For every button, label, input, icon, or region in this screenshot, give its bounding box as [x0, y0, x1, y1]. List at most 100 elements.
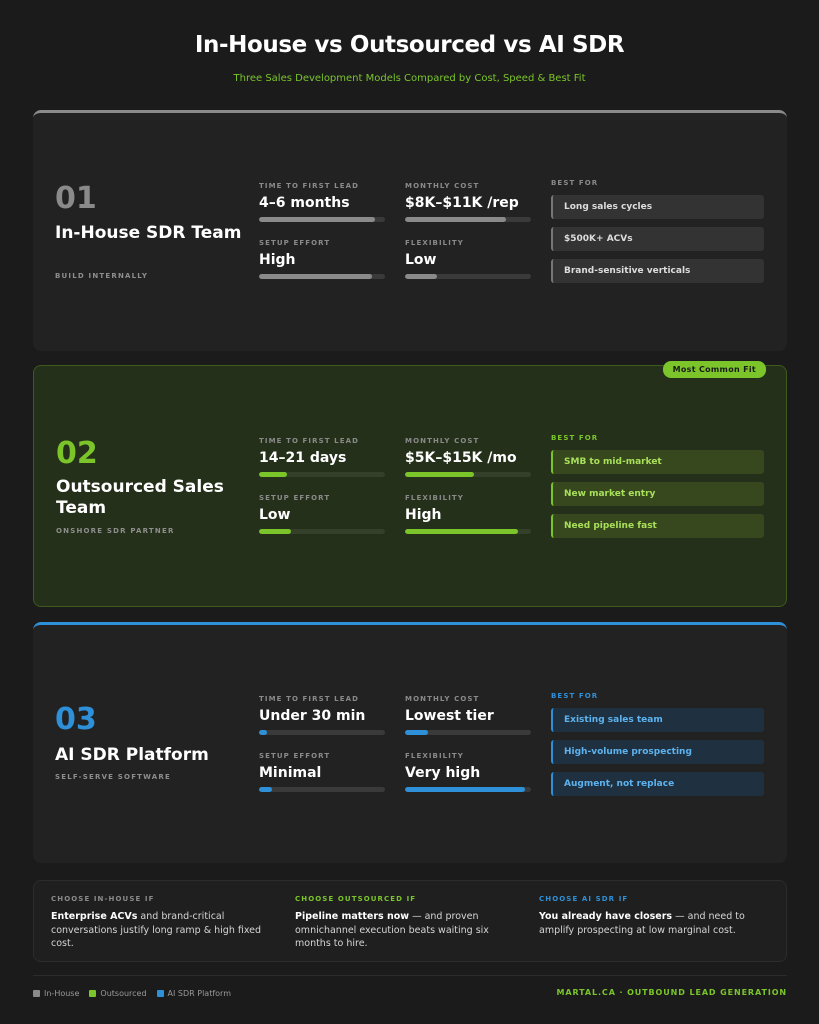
metric-value: 4–6 months	[259, 195, 350, 211]
choose-label: CHOOSE AI SDR IF	[539, 895, 629, 903]
metric-label: SETUP EFFORT	[259, 239, 331, 247]
metric-time-to-first-lead: TIME TO FIRST LEAD Under 30 min	[259, 695, 385, 735]
metric-label: TIME TO FIRST LEAD	[259, 182, 360, 190]
best-for-item: High-volume prospecting	[551, 740, 764, 764]
metric-label: MONTHLY COST	[405, 182, 480, 190]
metric-value: Low	[259, 507, 291, 523]
legend-swatch	[156, 990, 164, 997]
metric-bar	[259, 274, 385, 279]
best-for-label: BEST FOR	[551, 179, 599, 187]
best-for-list: BEST FOR Long sales cycles $500K+ ACVs B…	[551, 179, 764, 283]
metric-bar-fill	[259, 274, 373, 279]
best-for-label: BEST FOR	[551, 434, 599, 442]
metric-value: Low	[405, 252, 437, 268]
card-title: In-House SDR Team	[55, 223, 242, 243]
metric-value: $5K–$15K /mo	[405, 450, 517, 466]
choose-outsourced: CHOOSE OUTSOURCED IF Pipeline matters no…	[295, 895, 521, 951]
metric-value: High	[405, 507, 442, 523]
choose-label: CHOOSE IN-HOUSE IF	[51, 895, 155, 903]
card-number: 01	[55, 181, 97, 216]
metric-bar	[405, 730, 531, 735]
legend-label: AI SDR Platform	[167, 989, 231, 998]
metric-flexibility: FLEXIBILITY Very high	[405, 752, 531, 792]
metric-value: $8K–$11K /rep	[405, 195, 519, 211]
metric-value: Under 30 min	[259, 708, 366, 724]
choose-in-house: CHOOSE IN-HOUSE IF Enterprise ACVs and b…	[51, 895, 277, 951]
metric-bar-fill	[259, 472, 287, 477]
legend-item-outsourced: Outsourced	[89, 989, 147, 998]
metric-value: Lowest tier	[405, 708, 494, 724]
metric-monthly-cost: MONTHLY COST $8K–$11K /rep	[405, 182, 531, 222]
metric-label: TIME TO FIRST LEAD	[259, 695, 360, 703]
legend-item-ai-sdr: AI SDR Platform	[156, 989, 231, 998]
metric-monthly-cost: MONTHLY COST $5K–$15K /mo	[405, 437, 531, 477]
legend: In-House Outsourced AI SDR Platform	[33, 989, 231, 998]
best-for-list: BEST FOR SMB to mid-market New market en…	[551, 434, 764, 538]
choose-text: Enterprise ACVs and brand-critical conve…	[51, 910, 277, 951]
metric-bar-fill	[405, 472, 475, 477]
best-for-label: BEST FOR	[551, 692, 599, 700]
card-subtitle: BUILD INTERNALLY	[55, 272, 149, 280]
metric-bar	[405, 787, 531, 792]
card-outsourced: Most Common Fit 02 Outsourced Sales Team…	[33, 361, 787, 607]
metric-label: FLEXIBILITY	[405, 494, 464, 502]
metric-label: FLEXIBILITY	[405, 752, 464, 760]
metric-value: 14–21 days	[259, 450, 347, 466]
legend-swatch	[89, 990, 97, 997]
metric-label: SETUP EFFORT	[259, 752, 331, 760]
choose-text-bold: You already have closers	[539, 911, 673, 922]
metric-setup-effort: SETUP EFFORT Low	[259, 494, 385, 534]
best-for-list: BEST FOR Existing sales team High-volume…	[551, 692, 764, 796]
card-in-house: 01 In-House SDR Team BUILD INTERNALLY TI…	[33, 110, 787, 351]
metric-bar-fill	[405, 730, 428, 735]
best-for-item: Augment, not replace	[551, 772, 764, 796]
metric-value: Minimal	[259, 765, 322, 781]
metric-label: MONTHLY COST	[405, 437, 480, 445]
legend-label: Outsourced	[100, 989, 147, 998]
metric-bar-fill	[259, 787, 272, 792]
choose-text: You already have closers — and need to a…	[539, 910, 765, 937]
metric-time-to-first-lead: TIME TO FIRST LEAD 4–6 months	[259, 182, 385, 222]
legend-label: In-House	[44, 989, 80, 998]
metric-label: MONTHLY COST	[405, 695, 480, 703]
best-for-item: Existing sales team	[551, 708, 764, 732]
metric-bar	[259, 529, 385, 534]
card-ai-sdr: 03 AI SDR Platform SELF-SERVE SOFTWARE T…	[33, 622, 787, 863]
choose-text-bold: Pipeline matters now	[295, 911, 410, 922]
card-title: Outsourced Sales Team	[56, 477, 224, 518]
card-title: AI SDR Platform	[55, 745, 209, 765]
metric-setup-effort: SETUP EFFORT Minimal	[259, 752, 385, 792]
page-subtitle: Three Sales Development Models Compared …	[233, 73, 586, 84]
footer-divider	[33, 975, 787, 976]
best-for-item: New market entry	[551, 482, 764, 506]
metric-bar-fill	[259, 217, 375, 222]
metric-bar	[259, 730, 385, 735]
card-number: 02	[56, 436, 98, 471]
metric-label: SETUP EFFORT	[259, 494, 331, 502]
footer-brand: MARTAL.CA · OUTBOUND LEAD GENERATION	[556, 988, 787, 997]
metric-bar-fill	[405, 274, 437, 279]
best-for-item: $500K+ ACVs	[551, 227, 764, 251]
metric-bar	[405, 529, 531, 534]
metric-bar	[405, 472, 531, 477]
choose-guidance-panel: CHOOSE IN-HOUSE IF Enterprise ACVs and b…	[33, 880, 787, 962]
metric-monthly-cost: MONTHLY COST Lowest tier	[405, 695, 531, 735]
choose-label: CHOOSE OUTSOURCED IF	[295, 895, 417, 903]
choose-text: Pipeline matters now — and proven omnich…	[295, 910, 521, 951]
best-for-item: Need pipeline fast	[551, 514, 764, 538]
card-number: 03	[55, 702, 97, 737]
metric-setup-effort: SETUP EFFORT High	[259, 239, 385, 279]
metric-bar	[259, 472, 385, 477]
metric-bar-fill	[259, 529, 291, 534]
choose-ai-sdr: CHOOSE AI SDR IF You already have closer…	[539, 895, 765, 937]
page-title: In-House vs Outsourced vs AI SDR	[194, 32, 625, 58]
legend-swatch	[33, 990, 40, 997]
card-subtitle: ONSHORE SDR PARTNER	[56, 527, 175, 535]
metric-value: High	[259, 252, 296, 268]
metric-time-to-first-lead: TIME TO FIRST LEAD 14–21 days	[259, 437, 385, 477]
legend-item-in-house: In-House	[33, 989, 79, 998]
metric-bar	[259, 217, 385, 222]
metric-bar-fill	[405, 787, 525, 792]
metric-flexibility: FLEXIBILITY High	[405, 494, 531, 534]
best-for-item: SMB to mid-market	[551, 450, 764, 474]
